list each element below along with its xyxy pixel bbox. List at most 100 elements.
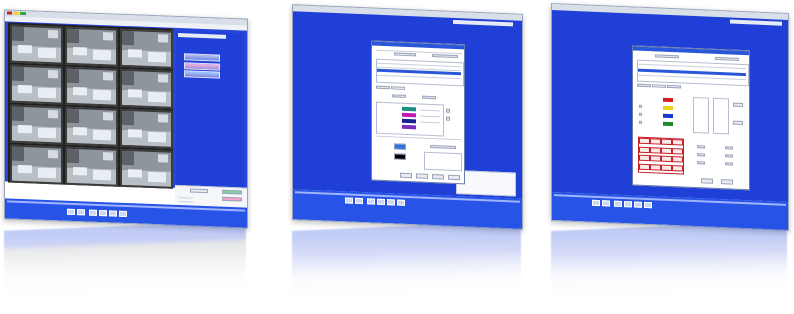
param-field[interactable]	[697, 145, 705, 149]
camera-feed-icon[interactable]	[10, 24, 63, 65]
color-swatch-navy[interactable]	[402, 118, 416, 124]
tab-layout[interactable]	[652, 84, 666, 88]
camera-feed-icon[interactable]	[120, 28, 173, 69]
panel-tab-strip[interactable]	[178, 32, 226, 39]
tab-colors[interactable]	[391, 86, 405, 90]
color-swatch-blue[interactable]	[663, 113, 673, 119]
layout-cell[interactable]	[672, 164, 683, 172]
param-field[interactable]	[725, 162, 733, 166]
font-dropdown[interactable]	[430, 144, 456, 150]
layout-cell[interactable]	[672, 139, 683, 146]
camera-feed-icon[interactable]	[10, 104, 63, 145]
nav-button-icon[interactable]	[624, 201, 632, 208]
color-dropdown[interactable]	[392, 94, 406, 98]
layout-cell[interactable]	[661, 155, 672, 163]
toolbar-icon[interactable]	[20, 11, 26, 16]
ok-button[interactable]	[701, 178, 713, 184]
color-swatch-purple[interactable]	[402, 124, 416, 130]
camera-feed-icon[interactable]	[10, 64, 63, 105]
color-dropdown[interactable]	[422, 95, 436, 100]
nav-button-icon[interactable]	[397, 199, 405, 206]
apply-button[interactable]	[416, 173, 428, 179]
camera-feed-icon[interactable]	[65, 146, 118, 187]
nav-button-icon[interactable]	[644, 201, 652, 209]
param-field[interactable]	[697, 153, 705, 157]
check-option[interactable]	[639, 112, 642, 116]
layout-cell[interactable]	[650, 146, 661, 154]
camera-bar-2[interactable]	[184, 62, 220, 71]
nav-button-icon[interactable]	[109, 210, 117, 217]
text-area[interactable]	[424, 151, 462, 172]
color-swatch-green[interactable]	[663, 121, 673, 127]
camera-feed-icon[interactable]	[120, 68, 173, 109]
layout-cell[interactable]	[650, 138, 661, 145]
camera-bar-3[interactable]	[184, 70, 220, 79]
nav-button-icon[interactable]	[77, 209, 85, 216]
dialog-input[interactable]	[432, 54, 458, 59]
help-button[interactable]	[448, 174, 460, 181]
nav-button-icon[interactable]	[634, 201, 642, 208]
cancel-button[interactable]	[721, 179, 733, 185]
check-option[interactable]	[639, 104, 642, 108]
layout-cell[interactable]	[661, 138, 672, 146]
color-swatch-magenta[interactable]	[402, 112, 416, 118]
camera-feed-icon[interactable]	[120, 148, 173, 189]
preview-box-2[interactable]	[394, 153, 406, 160]
cancel-button[interactable]	[432, 174, 444, 180]
window-color-settings	[292, 4, 523, 230]
tab-extra[interactable]	[667, 84, 681, 89]
preview-box-1[interactable]	[394, 143, 406, 150]
scroll-up-button[interactable]	[446, 108, 450, 113]
channel-list[interactable]	[713, 97, 729, 135]
layout-cell[interactable]	[639, 154, 650, 162]
camera-feed-icon[interactable]	[120, 108, 173, 149]
layout-cell[interactable]	[639, 146, 650, 153]
layout-cell[interactable]	[661, 164, 672, 171]
check-option[interactable]	[639, 120, 642, 124]
color-swatch-red[interactable]	[663, 97, 673, 103]
camera-bar-1[interactable]	[184, 53, 220, 62]
status-green-button[interactable]	[222, 189, 242, 195]
camera-feed-icon[interactable]	[65, 106, 118, 147]
camera-feed-icon[interactable]	[65, 26, 118, 67]
dialog-input[interactable]	[394, 52, 416, 57]
toolbar-icon[interactable]	[13, 11, 19, 15]
nav-button-icon[interactable]	[592, 199, 600, 207]
ok-button[interactable]	[400, 172, 412, 179]
nav-button-icon[interactable]	[602, 200, 610, 207]
nav-button-icon[interactable]	[119, 210, 127, 218]
layout-cell[interactable]	[639, 137, 650, 145]
nav-button-icon[interactable]	[67, 208, 75, 216]
tab-general[interactable]	[376, 85, 390, 90]
color-swatch-yellow[interactable]	[663, 105, 673, 111]
status-pink-button[interactable]	[222, 196, 242, 202]
color-swatch-teal[interactable]	[402, 106, 416, 112]
nav-button-icon[interactable]	[345, 197, 353, 204]
layout-cell[interactable]	[672, 156, 683, 163]
layout-cell[interactable]	[650, 163, 661, 171]
nav-button-icon[interactable]	[387, 199, 395, 206]
layout-cell[interactable]	[672, 147, 683, 155]
param-field[interactable]	[725, 154, 733, 158]
move-up-button[interactable]	[733, 102, 743, 108]
nav-button-icon[interactable]	[99, 209, 107, 217]
layout-cell[interactable]	[661, 147, 672, 154]
param-field[interactable]	[697, 161, 705, 165]
layout-cell[interactable]	[639, 163, 650, 170]
dialog-input[interactable]	[655, 54, 679, 59]
nav-button-icon[interactable]	[367, 198, 375, 205]
nav-button-icon[interactable]	[355, 197, 363, 205]
layout-cell[interactable]	[650, 155, 661, 162]
record-button[interactable]	[190, 188, 208, 194]
camera-feed-icon[interactable]	[10, 144, 63, 185]
dialog-input[interactable]	[715, 56, 739, 61]
nav-button-icon[interactable]	[89, 209, 97, 216]
move-down-button[interactable]	[733, 120, 743, 126]
nav-button-icon[interactable]	[377, 198, 385, 206]
camera-feed-icon[interactable]	[65, 66, 118, 107]
channel-list[interactable]	[693, 96, 709, 134]
tab-general[interactable]	[637, 83, 651, 88]
scroll-down-button[interactable]	[446, 116, 450, 121]
param-field[interactable]	[725, 146, 733, 150]
nav-button-icon[interactable]	[614, 200, 622, 207]
